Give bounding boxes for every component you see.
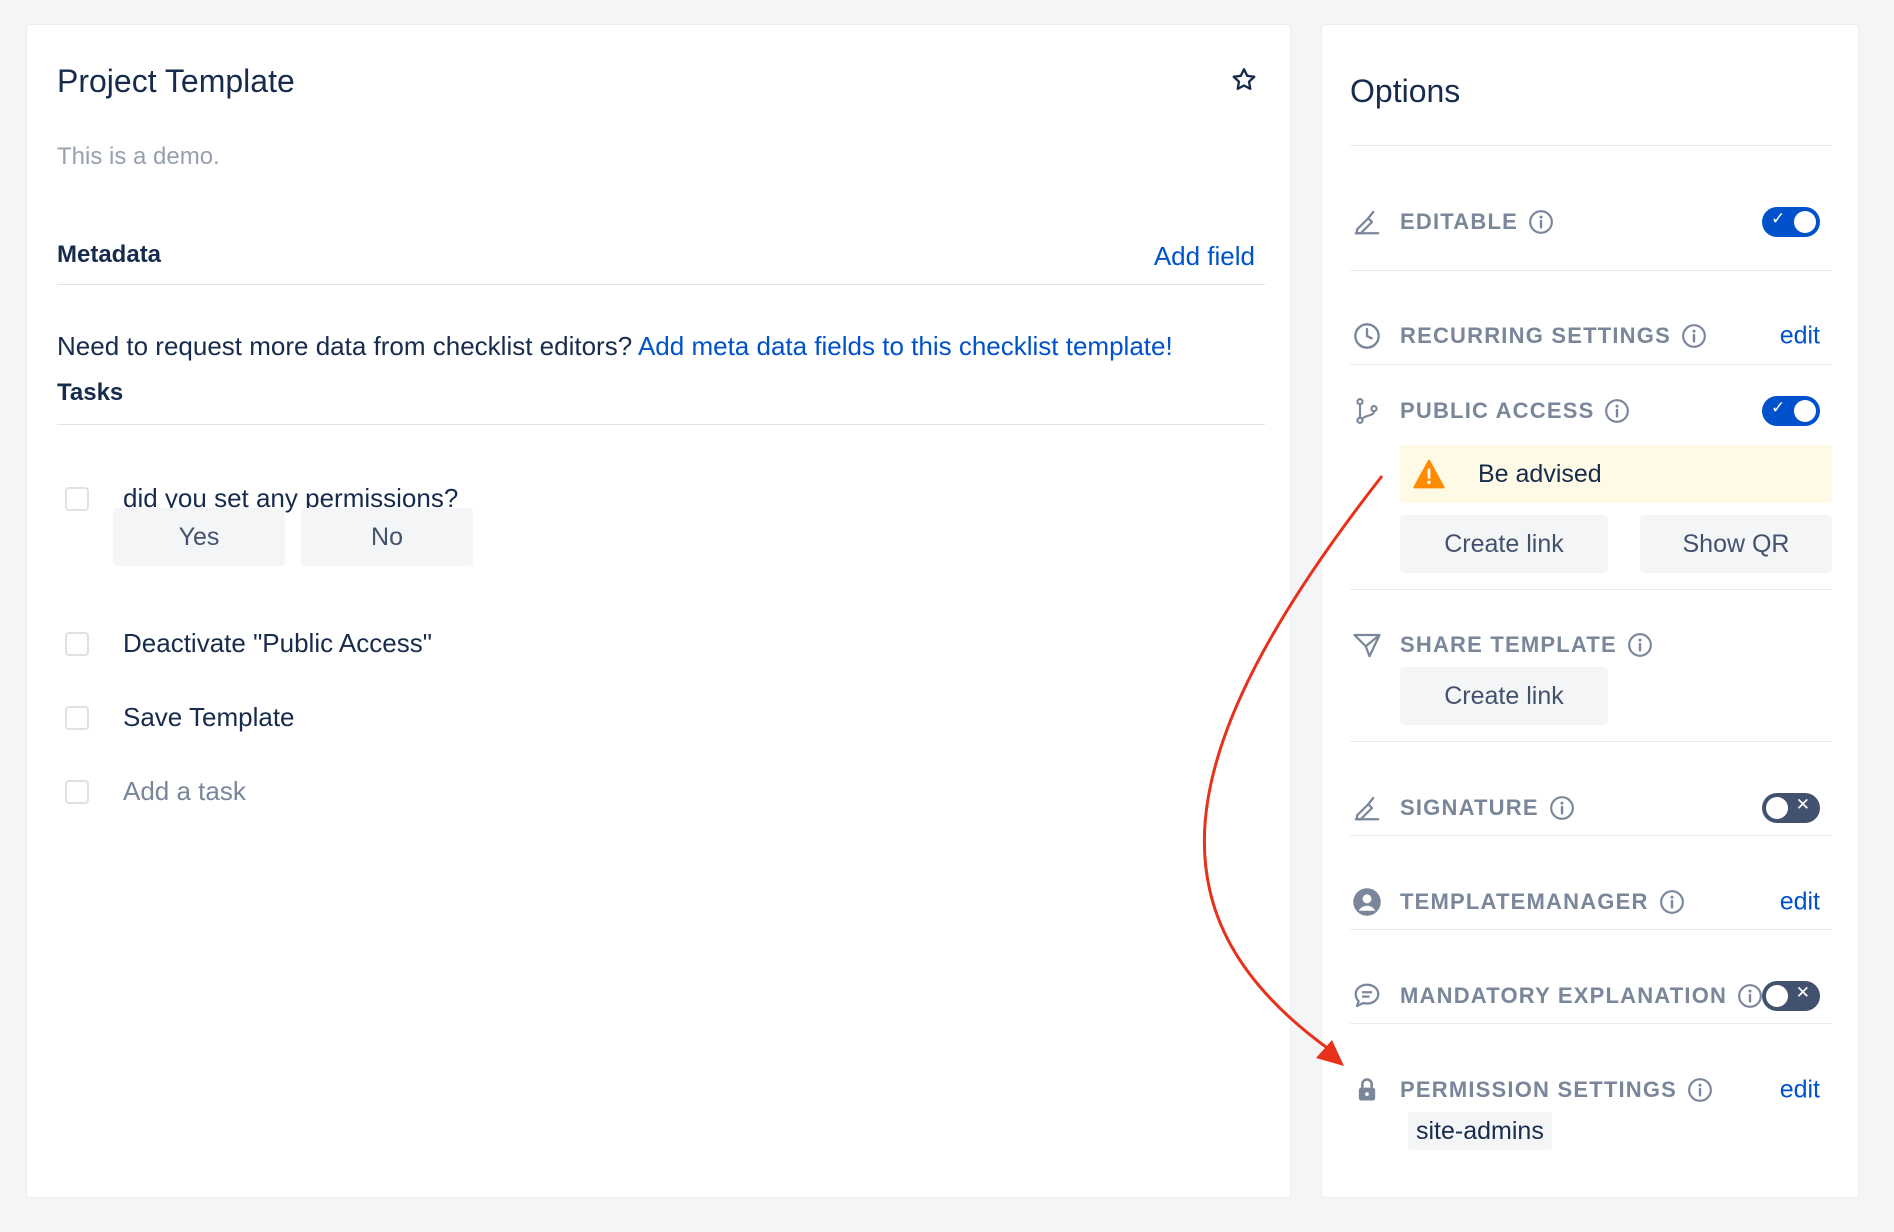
- info-icon[interactable]: [1659, 889, 1685, 915]
- divider: [1350, 835, 1832, 836]
- option-label: PERMISSION SETTINGS: [1400, 1077, 1678, 1102]
- task-checkbox[interactable]: [65, 705, 89, 730]
- add-task-checkbox: [65, 779, 89, 804]
- add-field-link[interactable]: Add field: [1154, 241, 1255, 272]
- divider: [1350, 270, 1832, 271]
- divider: [1350, 364, 1832, 365]
- share-create-link-button[interactable]: Create link: [1400, 667, 1608, 725]
- task-label[interactable]: Deactivate "Public Access": [123, 628, 432, 659]
- info-icon[interactable]: [1687, 1077, 1713, 1103]
- tasks-section-header: Tasks: [57, 379, 1265, 425]
- options-title: Options: [1350, 73, 1461, 109]
- comment-icon: [1350, 979, 1384, 1013]
- options-panel: Options EDITABLE ✓ RECURRING SETTINGS ed…: [1321, 24, 1859, 1198]
- editable-toggle[interactable]: ✓: [1762, 207, 1820, 237]
- option-label: SIGNATURE: [1400, 795, 1539, 820]
- template-description[interactable]: This is a demo.: [57, 143, 220, 171]
- option-editable: EDITABLE ✓: [1350, 202, 1832, 242]
- lock-icon: [1350, 1073, 1384, 1107]
- option-template-manager: TEMPLATEMANAGER edit: [1350, 882, 1832, 922]
- template-panel: Project Template This is a demo. Metadat…: [26, 24, 1291, 1198]
- advisory-banner: Be advised: [1400, 445, 1832, 503]
- metadata-hint-text: Need to request more data from checklist…: [57, 331, 633, 361]
- metadata-heading: Metadata: [57, 241, 162, 268]
- info-icon[interactable]: [1627, 632, 1653, 658]
- divider: [1350, 589, 1832, 590]
- info-icon[interactable]: [1549, 795, 1575, 821]
- advisory-text: Be advised: [1478, 459, 1602, 488]
- paper-plane-icon: [1350, 628, 1384, 662]
- divider: [1350, 145, 1832, 146]
- info-icon[interactable]: [1604, 398, 1630, 424]
- option-recurring-settings: RECURRING SETTINGS edit: [1350, 316, 1832, 356]
- clock-icon: [1350, 319, 1384, 353]
- divider: [1350, 1023, 1832, 1024]
- signature-toggle[interactable]: ✕: [1762, 793, 1820, 823]
- option-label: MANDATORY EXPLANATION: [1400, 983, 1728, 1008]
- option-label: SHARE TEMPLATE: [1400, 632, 1617, 657]
- metadata-section-header: Metadata Add field: [57, 241, 1265, 285]
- option-share-template: SHARE TEMPLATE: [1350, 625, 1832, 665]
- show-qr-button[interactable]: Show QR: [1640, 515, 1832, 573]
- create-link-button[interactable]: Create link: [1400, 515, 1608, 573]
- info-icon[interactable]: [1737, 983, 1763, 1009]
- add-task-input[interactable]: Add a task: [123, 776, 246, 807]
- option-label: EDITABLE: [1400, 209, 1518, 234]
- signature-pen-icon: [1350, 205, 1384, 239]
- info-icon[interactable]: [1528, 209, 1554, 235]
- star-icon: [1232, 68, 1256, 91]
- option-permission-settings: PERMISSION SETTINGS edit: [1350, 1070, 1832, 1110]
- info-icon[interactable]: [1681, 323, 1707, 349]
- add-task-row: Add a task: [65, 776, 246, 807]
- option-mandatory-explanation: MANDATORY EXPLANATION ✕: [1350, 976, 1832, 1016]
- warning-icon: [1412, 457, 1446, 491]
- task-label[interactable]: Save Template: [123, 702, 295, 733]
- option-signature: SIGNATURE ✕: [1350, 788, 1832, 828]
- option-label: RECURRING SETTINGS: [1400, 323, 1671, 348]
- option-label: PUBLIC ACCESS: [1400, 398, 1595, 423]
- no-button[interactable]: No: [301, 508, 473, 566]
- metadata-hint: Need to request more data from checklist…: [57, 331, 1173, 362]
- template-manager-edit-link[interactable]: edit: [1780, 888, 1820, 916]
- page-title: Project Template: [57, 63, 295, 99]
- branch-icon: [1350, 394, 1384, 428]
- favorite-star-button[interactable]: [1227, 63, 1261, 97]
- permission-group-tag: site-admins: [1408, 1112, 1552, 1150]
- permission-settings-edit-link[interactable]: edit: [1780, 1076, 1820, 1104]
- user-circle-icon: [1350, 885, 1384, 919]
- public-access-toggle[interactable]: ✓: [1762, 396, 1820, 426]
- option-label: TEMPLATEMANAGER: [1400, 889, 1649, 914]
- task-checkbox[interactable]: [65, 486, 89, 511]
- recurring-edit-link[interactable]: edit: [1780, 322, 1820, 350]
- yes-button[interactable]: Yes: [113, 508, 285, 566]
- mandatory-explanation-toggle[interactable]: ✕: [1762, 981, 1820, 1011]
- divider: [1350, 929, 1832, 930]
- option-public-access: PUBLIC ACCESS ✓: [1350, 391, 1832, 431]
- add-metadata-fields-link[interactable]: Add meta data fields to this checklist t…: [638, 331, 1173, 361]
- signature-pen-icon: [1350, 791, 1384, 825]
- divider: [1350, 741, 1832, 742]
- task-checkbox[interactable]: [65, 631, 89, 656]
- task-item: Deactivate "Public Access": [65, 628, 432, 659]
- task-item: Save Template: [65, 702, 295, 733]
- tasks-heading: Tasks: [57, 379, 124, 406]
